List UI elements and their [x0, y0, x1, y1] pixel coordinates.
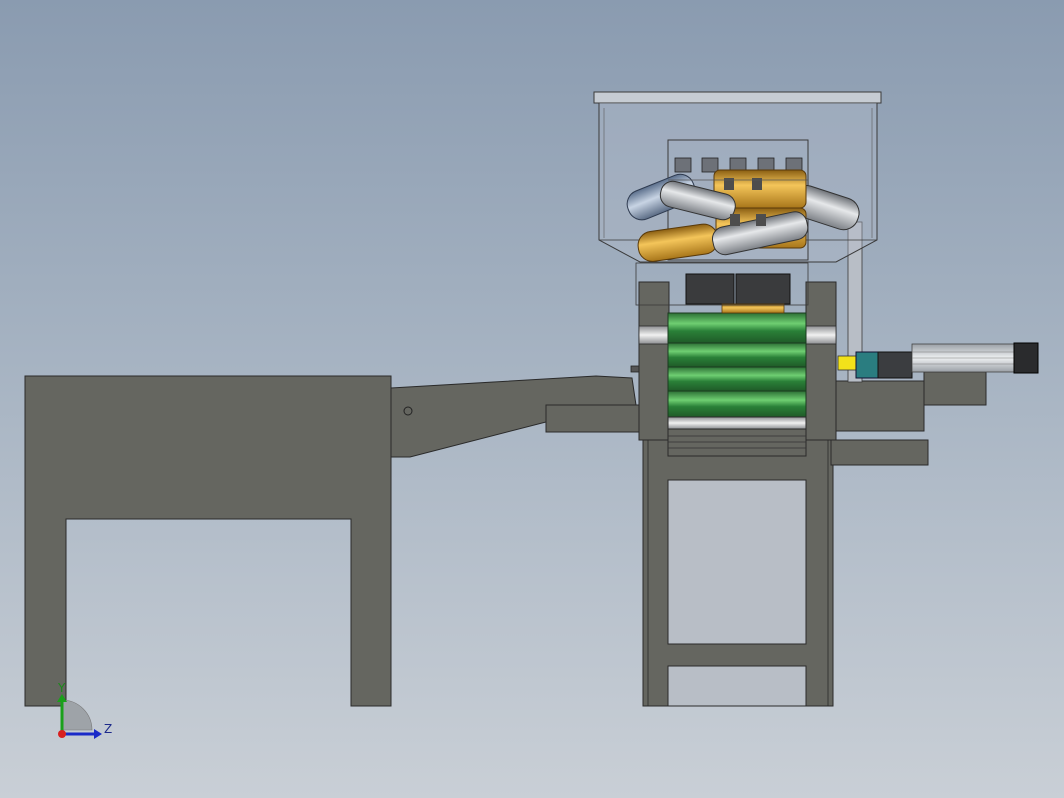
discharge-chute [390, 365, 645, 458]
coordinate-triad[interactable]: Y Z [57, 681, 112, 739]
machine-assembly-drawing: Y Z [24, 91, 1039, 739]
y-axis-label: Y [57, 681, 66, 695]
z-axis-label: Z [104, 722, 112, 736]
triad-plane [61, 699, 93, 731]
left-table-frame [24, 375, 392, 707]
x-axis-dot [58, 730, 66, 738]
cad-viewport[interactable]: Y Z [0, 0, 1064, 798]
motor-shelf [830, 221, 987, 466]
coupling-connector [837, 355, 857, 371]
main-stand [642, 439, 834, 707]
green-roller-assembly [667, 312, 807, 457]
